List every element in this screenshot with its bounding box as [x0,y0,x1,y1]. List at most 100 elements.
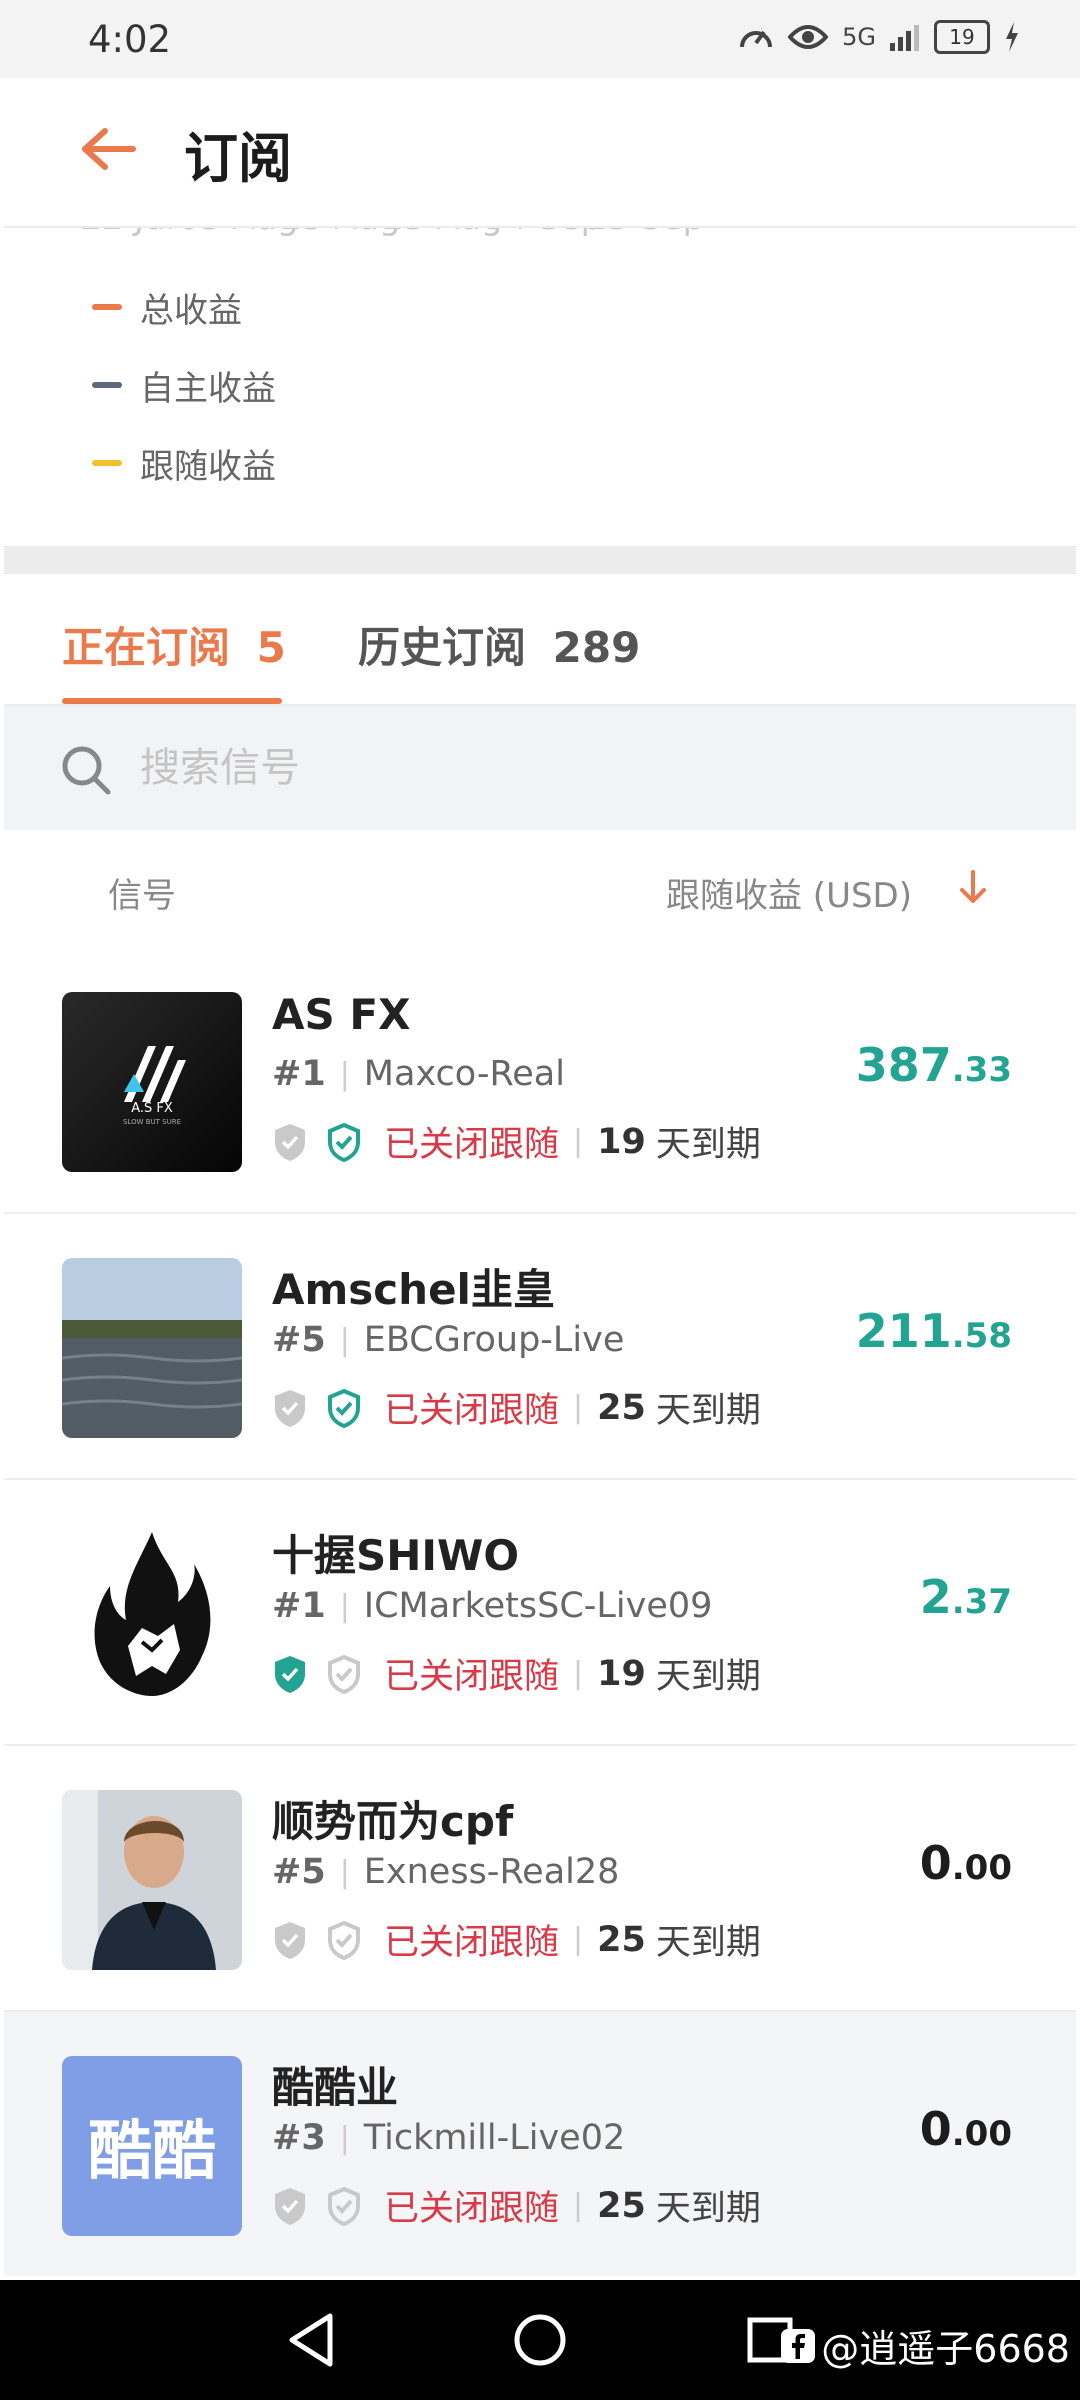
eye-icon [788,25,829,49]
shield-gray-outline-icon [328,2186,360,2226]
expire-label: 天到期 [655,1391,761,1431]
list-item[interactable]: 酷酷 酷酷业 #3 | Tickmill-Live02 已关闭跟随 | 25 天… [4,2012,1076,2276]
tab-indicator [62,698,282,704]
signal-rank: #5 [272,1320,326,1360]
separator: | [339,2120,350,2156]
legend-label: 总收益 [140,290,242,331]
back-button[interactable] [76,116,142,182]
signal-rank: #5 [272,1852,326,1892]
profit-decimal: .33 [951,1050,1012,1090]
watermark-text: @逍遥子6668 [821,2327,1070,2371]
days-left: 25 [597,1387,646,1428]
separator: | [573,1390,584,1425]
list-item[interactable]: Amschel韭皇 #5 | EBCGroup-Live 已关闭跟随 | 25 … [4,1214,1076,1480]
nav-home-icon[interactable] [510,2310,570,2370]
facebook-icon [781,2328,816,2363]
charging-icon [1006,22,1018,52]
expire-label: 天到期 [655,1125,761,1165]
column-follow-profit[interactable]: 跟随收益 (USD) [666,868,912,917]
system-nav-bar: @逍遥子6668 [0,2280,1080,2400]
follow-status: 已关闭跟随 | 19 天到期 [272,1116,761,1167]
separator: | [573,1124,584,1159]
follow-profit: 2.37 [920,1570,1012,1624]
shield-gray-icon [275,1921,305,1959]
status-icons: 5G 19 [738,20,1020,54]
expire-label: 天到期 [655,1657,761,1697]
follow-profit: 387.33 [856,1038,1012,1092]
profit-integer: 2 [919,1570,952,1624]
expire-label: 天到期 [655,2189,761,2229]
search-input[interactable] [140,740,940,796]
separator: | [573,2188,584,2223]
separator: | [339,1056,350,1092]
signal-name: 酷酷业 [272,2063,399,2112]
broker-server: Maxco-Real [363,1054,565,1094]
app-frame: 订阅 22 Jul 03 Aug 13 Aug 23 Aug 04 Sep 25… [4,78,1076,2278]
profit-decimal: .00 [951,1848,1012,1888]
sort-down-icon[interactable] [958,868,988,906]
tab-history-subscriptions[interactable]: 历史订阅 289 [358,614,640,675]
tab-count: 289 [552,623,641,672]
page-title: 订阅 [184,127,292,190]
as-fx-logo: A.S FX SLOW BUT SURE [123,1046,186,1126]
follow-status: 已关闭跟随 | 25 天到期 [272,1914,761,1965]
legend-item-total: 总收益 [92,268,276,346]
signal-rank: #1 [272,1586,326,1626]
follow-profit: 0.00 [920,1836,1012,1890]
signal-name: 十握SHIWO [272,1531,520,1580]
follow-closed-label: 已关闭跟随 [384,1391,560,1431]
broker-server: Exness-Real28 [363,1852,620,1892]
column-signal: 信号 [108,876,176,916]
logo-text: A.S FX [131,1101,173,1116]
signal-icon [890,25,919,51]
signal-rank: #1 [272,1054,326,1094]
list-item[interactable]: 顺势而为cpf #5 | Exness-Real28 已关闭跟随 | 25 天到… [4,1746,1076,2012]
shield-teal-filled-icon [275,1655,305,1693]
legend-label: 自主收益 [140,368,276,409]
follow-closed-label: 已关闭跟随 [384,1125,560,1165]
legend-label: 跟随收益 [140,446,276,487]
avatar [62,1524,242,1704]
separator: | [339,1854,350,1890]
days-left: 19 [597,1653,646,1694]
profit-integer: 387 [855,1038,952,1092]
nav-back-icon[interactable] [284,2310,340,2370]
profit-integer: 211 [855,1304,952,1358]
header: 订阅 [4,78,1076,228]
profit-decimal: .37 [951,1582,1012,1622]
broker-server: EBCGroup-Live [363,1320,625,1360]
search-icon [62,746,111,795]
speed-icon [740,30,773,48]
legend-swatch [92,460,122,466]
profit-decimal: .00 [951,2114,1012,2154]
section-divider [4,546,1076,574]
follow-status: 已关闭跟随 | 25 天到期 [272,2180,761,2231]
signal-list: A.S FX SLOW BUT SURE AS FX #1 | Maxco-Re… [4,948,1076,2276]
avatar-text: 酷酷 [88,2115,216,2189]
tab-label: 正在订阅 [62,623,231,672]
shield-teal-outline-icon [328,1122,360,1162]
flame-wolf-logo [94,1532,211,1696]
separator: | [573,1922,584,1957]
profit-integer: 0 [919,1836,952,1890]
legend-swatch [92,382,122,388]
tab-active-subscriptions[interactable]: 正在订阅 5 [62,614,286,675]
separator: | [573,1656,584,1691]
battery-icon: 19 [934,20,990,54]
list-item[interactable]: A.S FX SLOW BUT SURE AS FX #1 | Maxco-Re… [4,948,1076,1214]
lake-photo [62,1258,242,1438]
shield-gray-icon [275,1123,305,1161]
expire-label: 天到期 [655,1923,761,1963]
shield-gray-icon [275,1389,305,1427]
list-item[interactable]: 十握SHIWO #1 | ICMarketsSC-Live09 已关闭跟随 | … [4,1480,1076,1746]
follow-status: 已关闭跟随 | 19 天到期 [272,1648,761,1699]
legend-item-follow: 跟随收益 [92,424,276,502]
signal-meta: #5 | Exness-Real28 [272,1852,619,1892]
status-time: 4:02 [88,18,172,61]
signal-meta: #1 | Maxco-Real [272,1054,565,1094]
shield-gray-icon [275,2187,305,2225]
signal-meta: #5 | EBCGroup-Live [272,1320,624,1360]
avatar [62,1790,242,1970]
tab-label: 历史订阅 [358,623,527,672]
days-left: 25 [597,1919,646,1960]
